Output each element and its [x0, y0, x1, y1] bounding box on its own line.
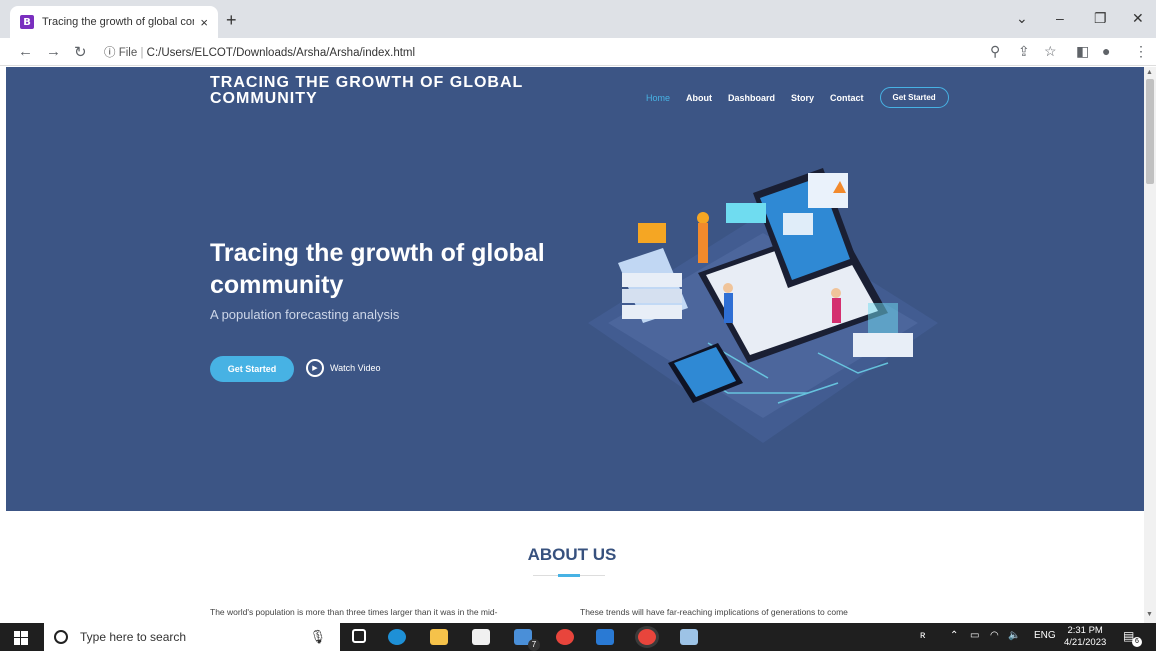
- minimize-icon[interactable]: –: [1056, 10, 1064, 26]
- hero-title: Tracing the growth of global community: [210, 239, 545, 299]
- browser-tab-bar: B Tracing the growth of global con × + ⌄…: [0, 0, 1156, 38]
- language-indicator[interactable]: ENG: [1034, 630, 1056, 641]
- edge-icon[interactable]: [388, 629, 406, 645]
- nav-story[interactable]: Story: [791, 93, 814, 103]
- hero-illustration: [588, 168, 938, 443]
- hero-subtitle: A population forecasting analysis: [210, 307, 400, 322]
- about-paragraph-left: The world's population is more than thre…: [210, 607, 498, 617]
- bootstrap-favicon-icon: B: [20, 15, 34, 29]
- url-scheme-label: File: [118, 47, 138, 59]
- about-divider-accent: [558, 574, 580, 577]
- page-viewport: TRACING THE GROWTH OF GLOBAL COMMUNITY H…: [0, 67, 1144, 623]
- wifi-icon[interactable]: ◠: [990, 630, 999, 641]
- hero-get-started-button[interactable]: Get Started: [210, 356, 294, 382]
- close-tab-icon[interactable]: ×: [200, 15, 208, 30]
- restore-icon[interactable]: ❐: [1094, 10, 1107, 27]
- address-bar: ← → ↻ ⓘ File | C:/Users/ELCOT/Downloads/…: [0, 38, 1156, 66]
- share-icon[interactable]: ⇪: [1018, 43, 1030, 60]
- reload-icon[interactable]: ↻: [74, 43, 87, 61]
- about-section-title: ABOUT US: [527, 545, 617, 564]
- about-paragraph-right: These trends will have far-reaching impl…: [580, 607, 848, 617]
- search-placeholder: Type here to search: [80, 630, 187, 644]
- browser-tab[interactable]: B Tracing the growth of global con ×: [10, 6, 218, 38]
- nav-dashboard[interactable]: Dashboard: [728, 93, 775, 103]
- tab-title: Tracing the growth of global con: [42, 16, 195, 28]
- scrollbar-thumb[interactable]: [1146, 79, 1154, 184]
- page-scrollbar[interactable]: ▲ ▼: [1144, 67, 1156, 623]
- watch-video-label: Watch Video: [330, 363, 381, 373]
- url-text: C:/Users/ELCOT/Downloads/Arsha/Arsha/ind…: [146, 47, 416, 59]
- nav-home[interactable]: Home: [646, 93, 670, 103]
- site-logo[interactable]: TRACING THE GROWTH OF GLOBAL COMMUNITY: [210, 75, 550, 107]
- sidebar-icon[interactable]: ◧: [1076, 43, 1089, 60]
- info-icon[interactable]: ⓘ: [104, 47, 116, 59]
- clock[interactable]: 2:31 PM 4/21/2023: [1064, 625, 1106, 649]
- watch-video-link[interactable]: ▶ Watch Video: [306, 359, 381, 377]
- nav-get-started-button[interactable]: Get Started: [879, 87, 949, 108]
- star-icon[interactable]: ☆: [1044, 43, 1057, 60]
- zoom-icon[interactable]: ⚲: [990, 43, 1000, 60]
- task-view-icon[interactable]: [352, 629, 366, 643]
- store-icon[interactable]: [472, 629, 490, 645]
- scroll-down-icon[interactable]: ▼: [1146, 611, 1153, 618]
- main-nav: Home About Dashboard Story Contact Get S…: [646, 87, 949, 108]
- windows-taskbar: Type here to search 🎙 7 ʀ ⌃ ▭ ◠ 🔈 ENG 2:…: [0, 623, 1156, 651]
- scroll-up-icon[interactable]: ▲: [1146, 69, 1153, 76]
- new-tab-icon[interactable]: +: [226, 10, 237, 31]
- people-icon[interactable]: ʀ: [920, 630, 925, 641]
- vscode-icon[interactable]: [596, 629, 614, 645]
- menu-icon[interactable]: ⋮: [1134, 43, 1148, 60]
- nav-contact[interactable]: Contact: [830, 93, 864, 103]
- clock-time: 2:31 PM: [1067, 625, 1103, 636]
- back-icon[interactable]: ←: [18, 43, 33, 60]
- volume-icon[interactable]: 🔈: [1008, 630, 1020, 641]
- play-icon: ▶: [306, 359, 324, 377]
- mic-icon[interactable]: 🎙: [309, 629, 326, 645]
- url-field[interactable]: ⓘ File | C:/Users/ELCOT/Downloads/Arsha/…: [104, 44, 415, 60]
- profile-icon[interactable]: ●: [1102, 43, 1110, 59]
- clock-date: 4/21/2023: [1064, 637, 1107, 648]
- explorer-icon[interactable]: [430, 629, 448, 645]
- hero-section: TRACING THE GROWTH OF GLOBAL COMMUNITY H…: [6, 67, 1144, 511]
- window-close-icon[interactable]: ✕: [1132, 10, 1144, 27]
- chrome-active-icon[interactable]: [638, 629, 656, 645]
- forward-icon[interactable]: →: [46, 43, 61, 60]
- battery-icon[interactable]: ▭: [970, 630, 979, 641]
- chrome-icon[interactable]: [556, 629, 574, 645]
- mail-badge: 7: [528, 639, 540, 651]
- notification-badge: 6: [1132, 637, 1142, 647]
- tab-search-icon[interactable]: ⌄: [1016, 10, 1028, 27]
- notepad-icon[interactable]: [680, 629, 698, 645]
- cortana-icon: [54, 630, 68, 644]
- tray-chevron-icon[interactable]: ⌃: [950, 630, 958, 641]
- nav-about[interactable]: About: [686, 93, 712, 103]
- windows-icon[interactable]: [14, 631, 28, 645]
- taskbar-search-box[interactable]: Type here to search 🎙: [44, 623, 340, 651]
